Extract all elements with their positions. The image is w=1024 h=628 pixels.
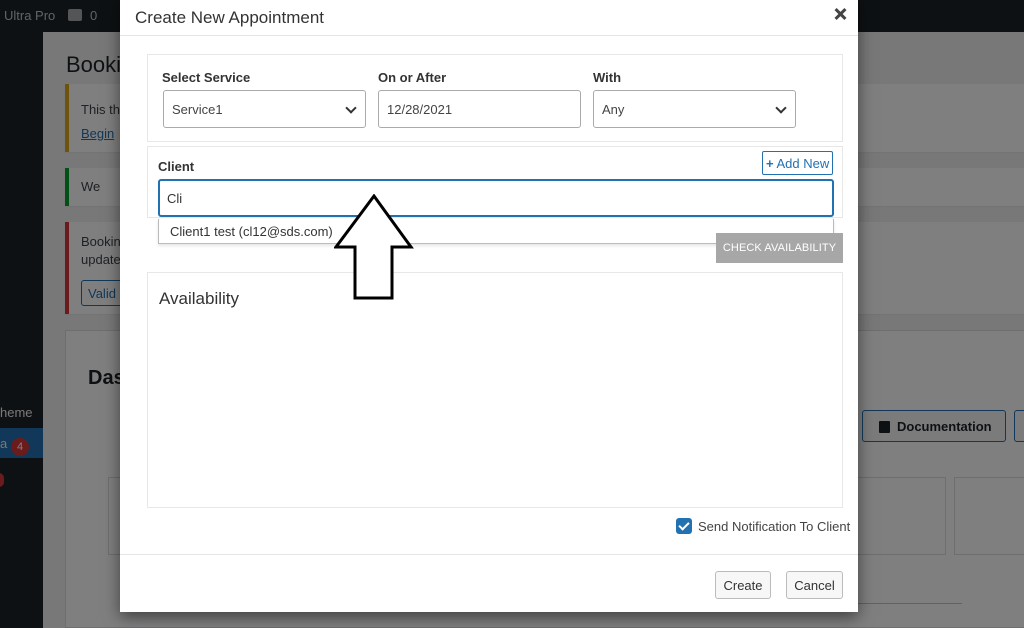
cancel-button[interactable]: Cancel — [786, 571, 843, 599]
create-button[interactable]: Create — [715, 571, 771, 599]
add-new-client-button[interactable]: + Add New — [762, 151, 833, 175]
availability-title: Availability — [159, 289, 240, 308]
modal-title: Create New Appointment — [135, 8, 324, 27]
date-input[interactable]: 12/28/2021 — [378, 90, 581, 128]
client-search-input[interactable]: Cli — [158, 179, 834, 217]
client-label: Client — [158, 159, 195, 174]
with-select-value: Any — [602, 102, 625, 117]
create-appointment-modal: Create New Appointment Select Service Se… — [120, 0, 858, 612]
date-label: On or After — [378, 70, 447, 85]
close-icon[interactable] — [832, 6, 848, 22]
plus-icon: + — [766, 156, 774, 171]
with-select[interactable]: Any — [593, 90, 796, 128]
availability-panel: Availability — [147, 272, 843, 508]
chevron-down-icon — [345, 102, 357, 114]
with-label: With — [593, 70, 622, 85]
up-arrow-icon — [334, 194, 414, 300]
modal-footer-divider — [120, 554, 858, 555]
check-icon[interactable] — [676, 518, 692, 534]
service-select-value: Service1 — [172, 102, 223, 117]
check-availability-button[interactable]: CHECK AVAILABILITY — [716, 233, 843, 263]
send-notification-label: Send Notification To Client — [698, 519, 851, 534]
service-select[interactable]: Service1 — [163, 90, 366, 128]
send-notification-toggle[interactable]: Send Notification To Client — [676, 518, 850, 536]
chevron-down-icon — [775, 102, 787, 114]
add-new-client-label: Add New — [776, 156, 830, 171]
modal-header: Create New Appointment — [120, 0, 858, 36]
client-suggestion-item[interactable]: Client1 test (cl12@sds.com) — [170, 224, 333, 239]
service-label: Select Service — [162, 70, 251, 85]
